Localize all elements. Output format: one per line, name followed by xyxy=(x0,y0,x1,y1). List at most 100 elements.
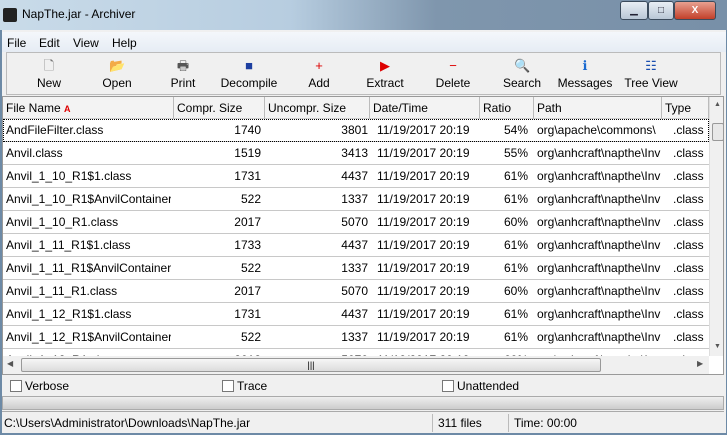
cell-path: org\anhcraft\napthe\Inv xyxy=(537,169,661,183)
cell-ratio: 60% xyxy=(503,284,528,298)
cell-date-time: 11/19/2017 20:19 xyxy=(377,238,470,252)
toolbar-add-button[interactable]: + Add xyxy=(289,55,349,93)
cell-uncompr-size: 4437 xyxy=(341,307,368,321)
delete-icon: − xyxy=(449,58,457,73)
maximize-button[interactable]: □ xyxy=(648,1,674,20)
cell-uncompr-size: 1337 xyxy=(341,192,368,206)
status-time: Time: 00:00 xyxy=(514,416,577,430)
table-row[interactable]: Anvil_1_12_R1$AnvilContainer 522 1337 11/19… xyxy=(3,326,709,349)
table-row[interactable]: AndFileFilter.class 1740 3801 11/19/2017 20… xyxy=(3,119,709,142)
column-compr-size[interactable]: Compr. Size xyxy=(174,97,265,119)
cell-type: .class xyxy=(673,169,704,183)
verbose-checkbox[interactable]: Verbose xyxy=(10,379,69,393)
scroll-left-icon[interactable]: ◀ xyxy=(7,359,13,368)
cell-uncompr-size: 3413 xyxy=(341,146,368,160)
menu-file[interactable]: File xyxy=(7,36,26,50)
cell-uncompr-size: 1337 xyxy=(341,330,368,344)
toolbar-print-button[interactable]: 🖶 Print xyxy=(153,55,213,93)
scroll-down-icon[interactable]: ▼ xyxy=(714,343,721,350)
column-path[interactable]: Path xyxy=(534,97,662,119)
table-row[interactable]: Anvil_1_12_R1$1.class 1731 4437 11/19/2017 … xyxy=(3,303,709,326)
cell-date-time: 11/19/2017 20:19 xyxy=(377,284,470,298)
menu-edit[interactable]: Edit xyxy=(39,36,60,50)
cell-type: .class xyxy=(673,284,704,298)
new-file-icon: 🗋 xyxy=(43,58,55,73)
cell-file-name: Anvil_1_10_R1$AnvilContainer xyxy=(6,192,171,206)
cell-ratio: 61% xyxy=(503,169,528,183)
cell-path: org\anhcraft\napthe\Inv xyxy=(537,238,661,252)
toolbar-label: Print xyxy=(170,76,196,90)
vertical-scroll-thumb[interactable] xyxy=(712,123,723,141)
cell-file-name: Anvil_1_10_R1.class xyxy=(6,215,119,229)
table-row[interactable]: Anvil_1_11_R1$1.class 1733 4437 11/19/2017 … xyxy=(3,234,709,257)
minimize-button[interactable]: ▁ xyxy=(620,1,648,20)
menu-help[interactable]: Help xyxy=(112,36,137,50)
cell-ratio: 55% xyxy=(503,146,528,160)
toolbar-messages-button[interactable]: ℹ Messages xyxy=(555,55,615,93)
options-bar: Verbose Trace Unattended xyxy=(2,376,724,395)
table-row[interactable]: Anvil_1_10_R1.class 2017 5070 11/19/2017 20… xyxy=(3,211,709,234)
progress-bar xyxy=(2,396,724,410)
cell-file-name: Anvil_1_11_R1.class xyxy=(6,284,118,298)
horizontal-scrollbar[interactable]: ◀ ||| ▶ xyxy=(3,356,709,374)
table-row[interactable]: Anvil_1_11_R1.class 2017 5070 11/19/2017 20… xyxy=(3,280,709,303)
scroll-right-icon[interactable]: ▶ xyxy=(697,359,703,368)
decompile-icon: ■ xyxy=(245,58,253,73)
column-ratio[interactable]: Ratio xyxy=(480,97,534,119)
cell-compr-size: 522 xyxy=(240,261,261,275)
status-bar: C:\Users\Administrator\Downloads\NapThe.… xyxy=(2,411,724,433)
verbose-label: Verbose xyxy=(25,379,70,393)
toolbar-extract-button[interactable]: ▶ Extract xyxy=(355,55,415,93)
menu-view[interactable]: View xyxy=(73,36,99,50)
cell-type: .class xyxy=(673,123,704,137)
toolbar-search-button[interactable]: 🔍 Search xyxy=(492,55,552,93)
horizontal-scroll-thumb[interactable]: ||| xyxy=(21,358,601,372)
cell-path: org\apache\commons\ xyxy=(537,123,656,137)
column-file-name[interactable]: File Name A↓ xyxy=(3,97,174,119)
unattended-checkbox[interactable]: Unattended xyxy=(442,379,519,393)
column-uncompr-size[interactable]: Uncompr. Size xyxy=(265,97,370,119)
scroll-up-icon[interactable]: ▲ xyxy=(714,101,721,108)
cell-ratio: 61% xyxy=(503,261,528,275)
cell-compr-size: 1731 xyxy=(234,169,261,183)
cell-uncompr-size: 1337 xyxy=(341,261,368,275)
sort-az-icon: A xyxy=(64,104,71,114)
trace-checkbox[interactable]: Trace xyxy=(222,379,267,393)
cell-uncompr-size: 4437 xyxy=(341,238,368,252)
table-row[interactable]: Anvil.class 1519 3413 11/19/2017 20:19 55% or… xyxy=(3,142,709,165)
add-icon: + xyxy=(315,58,323,73)
cell-type: .class xyxy=(673,146,704,160)
toolbar-new-button[interactable]: 🗋 New xyxy=(19,55,79,93)
cell-type: .class xyxy=(673,330,704,344)
cell-date-time: 11/19/2017 20:19 xyxy=(377,330,470,344)
table-row[interactable]: Anvil_1_11_R1$AnvilContainer 522 1337 11/19… xyxy=(3,257,709,280)
toolbar: 🗋 New 📂 Open 🖶 Print ■ Decompile + Add ▶ Extract − De… xyxy=(6,52,721,95)
cell-compr-size: 1733 xyxy=(234,238,261,252)
cell-uncompr-size: 5070 xyxy=(341,215,368,229)
table-row[interactable]: Anvil_1_10_R1$AnvilContainer 522 1337 11/19… xyxy=(3,188,709,211)
toolbar-tree-view-button[interactable]: ☷ Tree View xyxy=(621,55,681,93)
cell-compr-size: 1740 xyxy=(234,123,261,137)
cell-compr-size: 1519 xyxy=(234,146,261,160)
close-button[interactable]: X xyxy=(674,1,716,20)
cell-type: .class xyxy=(673,192,704,206)
status-file-count: 311 files xyxy=(438,416,482,430)
toolbar-delete-button[interactable]: − Delete xyxy=(423,55,483,93)
toolbar-open-button[interactable]: 📂 Open xyxy=(87,55,147,93)
printer-icon: 🖶 xyxy=(176,58,190,73)
file-list[interactable]: File Name A↓ Compr. Size Uncompr. Size D… xyxy=(2,96,724,375)
toolbar-label: Tree View xyxy=(624,76,678,90)
cell-date-time: 11/19/2017 20:19 xyxy=(377,146,470,160)
window-title: NapThe.jar - Archiver xyxy=(22,7,136,21)
title-bar: NapThe.jar - Archiver ▁ □ X xyxy=(0,0,727,30)
column-date-time[interactable]: Date/Time xyxy=(370,97,480,119)
cell-path: org\anhcraft\napthe\Inv xyxy=(537,330,661,344)
cell-file-name: Anvil_1_11_R1$1.class xyxy=(6,238,131,252)
column-type[interactable]: Type xyxy=(662,97,709,119)
cell-ratio: 61% xyxy=(503,307,528,321)
vertical-scrollbar[interactable]: ▲ ▼ xyxy=(709,97,723,356)
toolbar-decompile-button[interactable]: ■ Decompile xyxy=(219,55,279,93)
table-row[interactable]: Anvil_1_10_R1$1.class 1731 4437 11/19/2017 … xyxy=(3,165,709,188)
app-icon xyxy=(3,8,17,22)
list-header: File Name A↓ Compr. Size Uncompr. Size D… xyxy=(3,97,709,119)
